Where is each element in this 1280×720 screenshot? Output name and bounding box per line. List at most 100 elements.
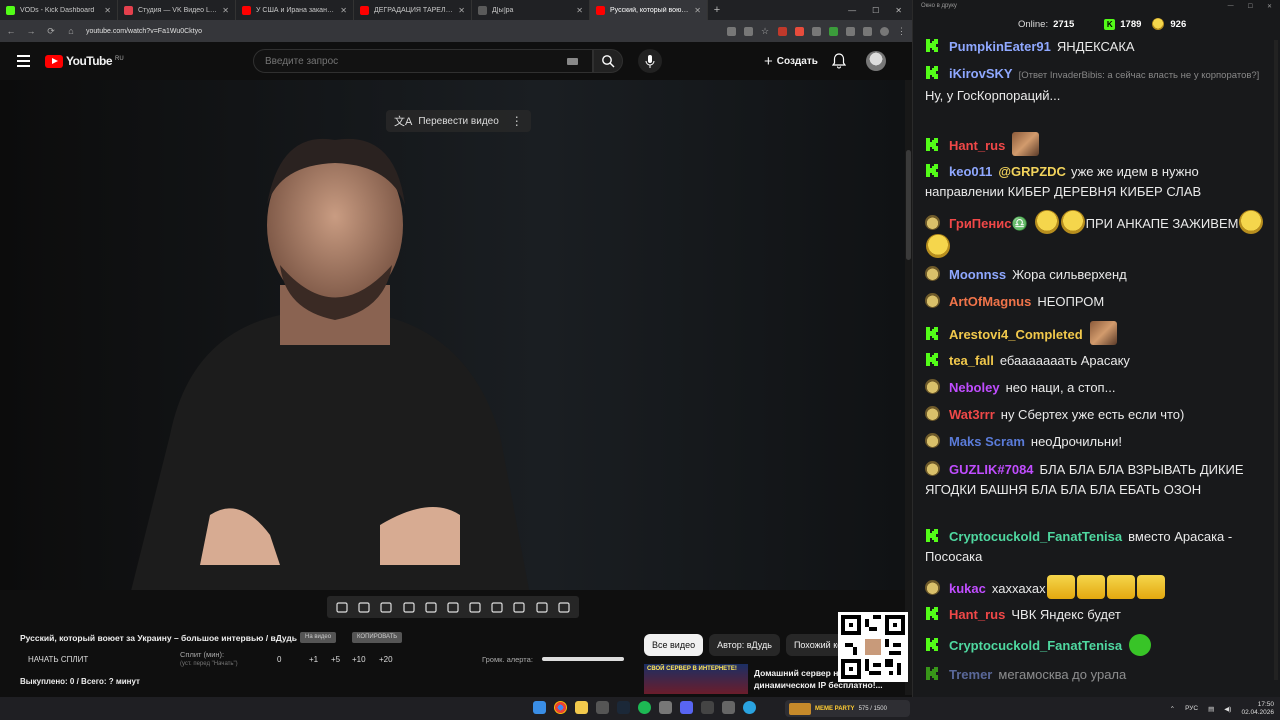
alert-volume-slider[interactable] xyxy=(542,657,624,661)
chat-username[interactable]: keo011 xyxy=(949,164,992,179)
more-options-icon[interactable]: ⋮ xyxy=(511,114,523,128)
chat-scrollbar[interactable] xyxy=(1274,40,1278,680)
translate-video-button[interactable]: 文A Перевести видео ⋮ xyxy=(386,110,531,132)
scrollbar-thumb[interactable] xyxy=(906,150,911,260)
home-icon[interactable]: ⌂ xyxy=(66,26,76,36)
chrome-icon[interactable] xyxy=(554,701,567,714)
chat-username[interactable]: ГриПенис♎ xyxy=(949,216,1028,231)
tab-close-icon[interactable]: ✕ xyxy=(340,6,347,15)
extension-icon[interactable] xyxy=(778,26,787,36)
tab-close-icon[interactable]: ✕ xyxy=(104,6,111,15)
app-icon[interactable] xyxy=(659,701,672,714)
media-player-icon[interactable] xyxy=(701,701,714,714)
steam-icon[interactable] xyxy=(617,701,630,714)
add-icon[interactable] xyxy=(491,601,504,613)
flask-icon[interactable] xyxy=(535,601,548,613)
video-player[interactable]: 文A Перевести видео ⋮ xyxy=(0,80,905,590)
chat-username[interactable]: Wat3rrr xyxy=(949,407,995,422)
playlist-icon[interactable] xyxy=(380,601,393,613)
search-input[interactable] xyxy=(265,55,545,67)
notifications-bell-icon[interactable] xyxy=(832,53,846,69)
browser-tab[interactable]: У США и Ирана заканчиваются ✕ xyxy=(236,0,354,20)
chat-username[interactable]: Tremer xyxy=(949,667,992,682)
split-value-0[interactable]: 0 xyxy=(277,655,281,664)
start-split-button[interactable]: НАЧАТЬ СПЛИТ xyxy=(28,655,88,664)
chat-username[interactable]: Arestovi4_Completed xyxy=(949,327,1083,342)
new-tab-button[interactable]: + xyxy=(708,4,726,16)
broadcast-icon[interactable] xyxy=(358,601,371,613)
page-scrollbar[interactable] xyxy=(905,80,912,695)
split-value-plus-5[interactable]: +5 xyxy=(331,655,340,664)
browser-tab[interactable]: Студия — VK Видео Live ✕ xyxy=(118,0,236,20)
speed-icon[interactable] xyxy=(469,601,482,613)
bookmark-star-icon[interactable]: ☆ xyxy=(761,26,770,36)
chat-username[interactable]: Hant_rus xyxy=(949,607,1005,622)
clock[interactable]: 17:50 02.04.2026 xyxy=(1241,701,1274,717)
language-indicator[interactable]: РУС xyxy=(1185,705,1198,712)
puzzle-icon[interactable] xyxy=(863,26,872,36)
settings-gear-icon[interactable] xyxy=(557,601,570,613)
create-button[interactable]: + Создать xyxy=(756,50,826,72)
address-bar-url[interactable]: youtube.com/watch?v=Fa1Wu0Cktyo xyxy=(86,28,717,35)
maximize-icon[interactable]: ☐ xyxy=(872,6,879,15)
loop-icon[interactable] xyxy=(336,601,349,613)
menu-dots-icon[interactable]: ⋮ xyxy=(897,26,906,36)
extension-icon[interactable] xyxy=(846,26,855,36)
film-icon[interactable] xyxy=(402,601,415,613)
browser-tab[interactable]: VODs - Kick Dashboard ✕ xyxy=(0,0,118,20)
split-value-plus-20[interactable]: +20 xyxy=(379,655,393,664)
spotify-icon[interactable] xyxy=(638,701,651,714)
chat-username[interactable]: Cryptocuckold_FanatTenisa xyxy=(949,529,1122,544)
copy-button[interactable]: КОПИРОВАТЬ xyxy=(352,632,403,643)
chip-author[interactable]: Автор: вДудь xyxy=(709,634,780,656)
chat-username[interactable]: iKirovSKY xyxy=(949,66,1013,81)
chat-username[interactable]: Neboley xyxy=(949,380,1000,395)
screenshot-icon[interactable] xyxy=(513,601,526,613)
keyboard-icon[interactable] xyxy=(567,58,578,65)
chat-username[interactable]: kukac xyxy=(949,581,986,596)
minimize-icon[interactable]: — xyxy=(1228,3,1234,11)
chat-username[interactable]: tea_fall xyxy=(949,353,994,368)
account-avatar[interactable] xyxy=(866,51,886,71)
reload-icon[interactable]: ⟳ xyxy=(46,26,56,37)
app-icon[interactable] xyxy=(722,701,735,714)
recommended-video-thumbnail[interactable]: СВОЙ СЕРВЕР В ИНТЕРНЕТЕ! xyxy=(644,664,748,694)
close-icon[interactable]: ✕ xyxy=(1267,3,1272,11)
chat-username[interactable]: Maks Scram xyxy=(949,434,1025,449)
zoom-icon[interactable] xyxy=(744,26,753,36)
browser-tab[interactable]: ДЕГРАДАЦИЯ ТАРЕЛОЧНИЦ ✕ xyxy=(354,0,472,20)
chat-username[interactable]: Hant_rus xyxy=(949,138,1005,153)
tab-close-icon[interactable]: ✕ xyxy=(458,6,465,15)
discord-icon[interactable] xyxy=(680,701,693,714)
volume-icon[interactable]: ◀) xyxy=(1224,705,1231,713)
voice-search-button[interactable] xyxy=(638,49,662,73)
youtube-logo[interactable]: YouTube RU xyxy=(45,54,124,68)
tab-close-icon[interactable]: ✕ xyxy=(222,6,229,15)
split-value-plus-10[interactable]: +10 xyxy=(352,655,366,664)
minimize-icon[interactable]: — xyxy=(848,6,856,15)
cast-icon[interactable] xyxy=(727,26,736,36)
on-video-button[interactable]: На видео xyxy=(300,632,337,643)
menu-hamburger-icon[interactable] xyxy=(17,55,30,67)
chat-mention[interactable]: @GRPZDC xyxy=(998,164,1066,179)
extension-icon[interactable] xyxy=(812,26,821,36)
forward-icon[interactable]: → xyxy=(26,26,36,36)
search-button[interactable] xyxy=(593,49,623,73)
extension-icon[interactable] xyxy=(795,26,804,36)
browser-tab[interactable]: Д[ы]ра ✕ xyxy=(472,0,590,20)
windows-start-icon[interactable] xyxy=(533,701,546,714)
close-icon[interactable]: ✕ xyxy=(895,6,902,15)
subtitles-icon[interactable] xyxy=(446,601,459,613)
chat-username[interactable]: Cryptocuckold_FanatTenisa xyxy=(949,638,1122,653)
chat-username[interactable]: ArtOfMagnus xyxy=(949,294,1031,309)
tab-close-icon[interactable]: ✕ xyxy=(694,6,701,15)
maximize-icon[interactable]: ☐ xyxy=(1248,3,1253,11)
back-icon[interactable]: ← xyxy=(6,26,16,36)
chat-username[interactable]: GUZLIK#7084 xyxy=(949,462,1034,477)
app-icon[interactable] xyxy=(596,701,609,714)
browser-tab[interactable]: Русский, который воюет за Ук ✕ xyxy=(590,0,708,20)
chat-username[interactable]: PumpkinEater91 xyxy=(949,39,1051,54)
chat-username[interactable]: Moonnss xyxy=(949,267,1006,282)
split-value-plus-1[interactable]: +1 xyxy=(309,655,318,664)
screen-icon[interactable] xyxy=(424,601,437,613)
